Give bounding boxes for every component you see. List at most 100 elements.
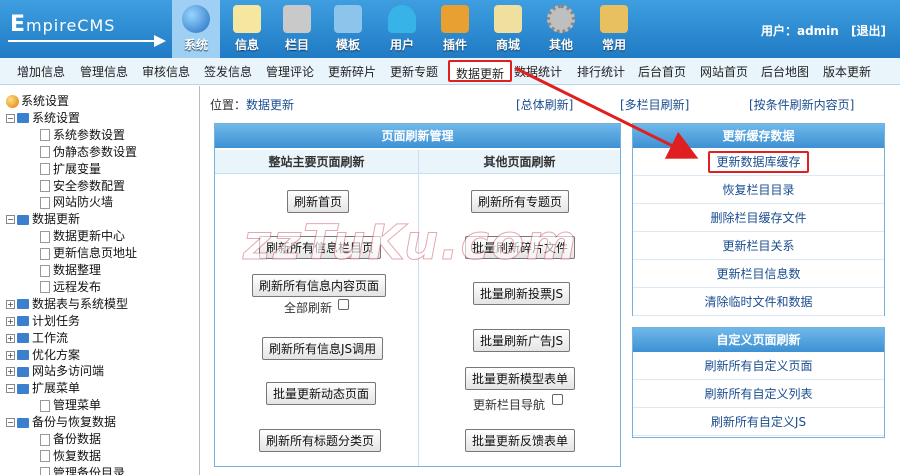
topnav-label: 栏目 xyxy=(284,38,309,52)
refresh-other-button-5[interactable]: 批量更新反馈表单 xyxy=(465,429,576,452)
all-refresh-label: 全部刷新 xyxy=(284,301,333,315)
notepad-icon xyxy=(233,5,261,33)
page-icon xyxy=(40,163,50,176)
tree-item[interactable]: 管理备份目录 xyxy=(40,464,125,475)
tree-item[interactable]: 数据更新中心 xyxy=(40,227,125,244)
page-icon xyxy=(40,180,50,192)
tree-item[interactable]: − 备份与恢复数据 xyxy=(6,413,116,430)
tree-item[interactable]: 系统设置 xyxy=(6,92,69,109)
page-icon xyxy=(40,433,50,446)
folder-icon xyxy=(17,417,29,428)
refresh-other-button-3[interactable]: 批量刷新广告JS xyxy=(473,329,571,352)
tree-item[interactable]: 扩展变量 xyxy=(40,160,101,177)
main-content: 位置：数据更新 [总体刷新] [多栏目刷新] [按条件刷新内容页] 页面刷新管理… xyxy=(210,66,900,475)
tree-item[interactable]: − 数据更新 xyxy=(6,210,80,227)
user-info: 用户：admin [退出] xyxy=(761,22,886,39)
folder-icon xyxy=(17,113,29,124)
refresh-other-button-4[interactable]: 批量更新模型表单 xyxy=(465,367,576,390)
page-icon xyxy=(40,450,50,463)
folder-icon xyxy=(17,299,29,310)
topnav-label: 模板 xyxy=(335,38,360,52)
custom-refresh-title: 自定义页面刷新 xyxy=(633,328,884,352)
custom-item-1[interactable]: 刷新所有自定义列表 xyxy=(633,380,884,408)
card-icon xyxy=(494,5,522,33)
refresh-main-button-4[interactable]: 批量更新动态页面 xyxy=(266,382,377,405)
refresh-main-button-5[interactable]: 刷新所有标题分类页 xyxy=(259,429,382,452)
custom-item-2[interactable]: 刷新所有自定义JS xyxy=(633,408,884,436)
topnav-folder[interactable]: 栏目 xyxy=(273,0,321,58)
topnav-label: 系统 xyxy=(183,38,208,52)
topnav-label: 常用 xyxy=(601,38,626,52)
topnav-gear[interactable]: 其他 xyxy=(537,0,585,58)
folder-icon xyxy=(283,5,311,33)
folder-icon xyxy=(17,214,29,225)
page-icon xyxy=(40,264,50,277)
subnav-item-2[interactable]: 审核信息 xyxy=(142,63,190,80)
refresh-main-button-2[interactable]: 刷新所有信息内容页面 xyxy=(252,274,387,297)
custom-item-0[interactable]: 刷新所有自定义页面 xyxy=(633,352,884,380)
folder-icon xyxy=(17,383,29,394)
topnav-label: 其他 xyxy=(548,38,573,52)
refresh-other-button-2[interactable]: 批量刷新投票JS xyxy=(473,282,571,305)
topnav-label: 插件 xyxy=(442,38,467,52)
tree-item[interactable]: 系统参数设置 xyxy=(40,126,125,143)
page-icon xyxy=(40,247,50,260)
topnav-label: 商城 xyxy=(495,38,520,52)
tree-item[interactable]: − 系统设置 xyxy=(6,109,80,126)
tree-item[interactable]: + 数据表与系统模型 xyxy=(6,295,128,312)
page-icon xyxy=(40,467,50,475)
page-icon xyxy=(40,146,50,159)
tools-icon xyxy=(441,5,469,33)
topnav-label: 信息 xyxy=(234,38,259,52)
subnav-item-1[interactable]: 管理信息 xyxy=(80,63,128,80)
refresh-main-button-3[interactable]: 刷新所有信息JS调用 xyxy=(262,337,384,360)
empirecms-logo: EmpireCMS xyxy=(6,6,168,48)
topnav-card[interactable]: 商城 xyxy=(484,0,532,58)
page-icon xyxy=(40,230,50,243)
top-bar: EmpireCMS 系统 信息 栏目 模板 用户 插件 商城 其他 常用 用户：admin [退… xyxy=(0,0,900,58)
topnav-globe[interactable]: 系统 xyxy=(172,0,220,58)
topnav-book[interactable]: 常用 xyxy=(590,0,638,58)
page-icon xyxy=(40,399,50,412)
page-icon xyxy=(40,129,50,142)
subnav-item-0[interactable]: 增加信息 xyxy=(17,63,65,80)
tree-item[interactable]: 备份数据 xyxy=(40,430,101,447)
globe-icon xyxy=(182,5,210,33)
tree-item[interactable]: + 工作流 xyxy=(6,329,68,346)
window-icon xyxy=(334,5,362,33)
tree-item[interactable]: 伪静态参数设置 xyxy=(40,143,137,160)
cache-item-5[interactable]: 清除临时文件和数据 xyxy=(633,288,884,316)
tree-item[interactable]: − 扩展菜单 xyxy=(6,379,80,396)
custom-refresh-panel: 自定义页面刷新 刷新所有自定义页面 刷新所有自定义列表 刷新所有自定义JS xyxy=(632,327,885,438)
page-icon xyxy=(40,196,50,209)
tree-item[interactable]: 远程发布 xyxy=(40,278,101,295)
tree-item[interactable]: 安全参数配置 xyxy=(40,177,125,194)
tree-item[interactable]: 恢复数据 xyxy=(40,447,101,464)
book-icon xyxy=(600,5,628,33)
folder-icon xyxy=(17,333,29,344)
tree-item[interactable]: 更新信息页地址 xyxy=(40,244,137,261)
topnav-user[interactable]: 用户 xyxy=(378,0,426,58)
user-icon xyxy=(388,5,416,33)
folder-icon xyxy=(17,350,29,360)
topnav-window[interactable]: 模板 xyxy=(324,0,372,58)
tree-item[interactable]: + 网站多访问端 xyxy=(6,362,104,379)
nav-update-label: 更新栏目导航 xyxy=(473,398,546,412)
all-refresh-checkbox[interactable] xyxy=(338,299,349,310)
sidebar-tree: 系统设置 − 系统设置 系统参数设置 伪静态参数设置 扩展变量 安全参数配置 网站防火墙 − 数据… xyxy=(0,86,200,475)
tree-item[interactable]: 网站防火墙 xyxy=(40,193,113,210)
tree-item[interactable]: + 计划任务 xyxy=(6,312,80,329)
tree-item[interactable]: 数据整理 xyxy=(40,261,101,278)
logout-link[interactable]: [退出] xyxy=(851,24,886,38)
topnav-notepad[interactable]: 信息 xyxy=(223,0,271,58)
tree-item[interactable]: + 优化方案 xyxy=(6,346,80,363)
gear-icon xyxy=(547,5,575,33)
topnav-tools[interactable]: 插件 xyxy=(431,0,479,58)
username-label: 用户：admin xyxy=(760,24,839,38)
folder-icon xyxy=(17,366,29,377)
tree-item[interactable]: 管理菜单 xyxy=(40,396,101,413)
topnav-label: 用户 xyxy=(389,38,414,52)
globe-icon xyxy=(6,95,19,108)
watermark: zzTuKu.com xyxy=(242,215,579,272)
nav-update-checkbox[interactable] xyxy=(552,394,563,405)
